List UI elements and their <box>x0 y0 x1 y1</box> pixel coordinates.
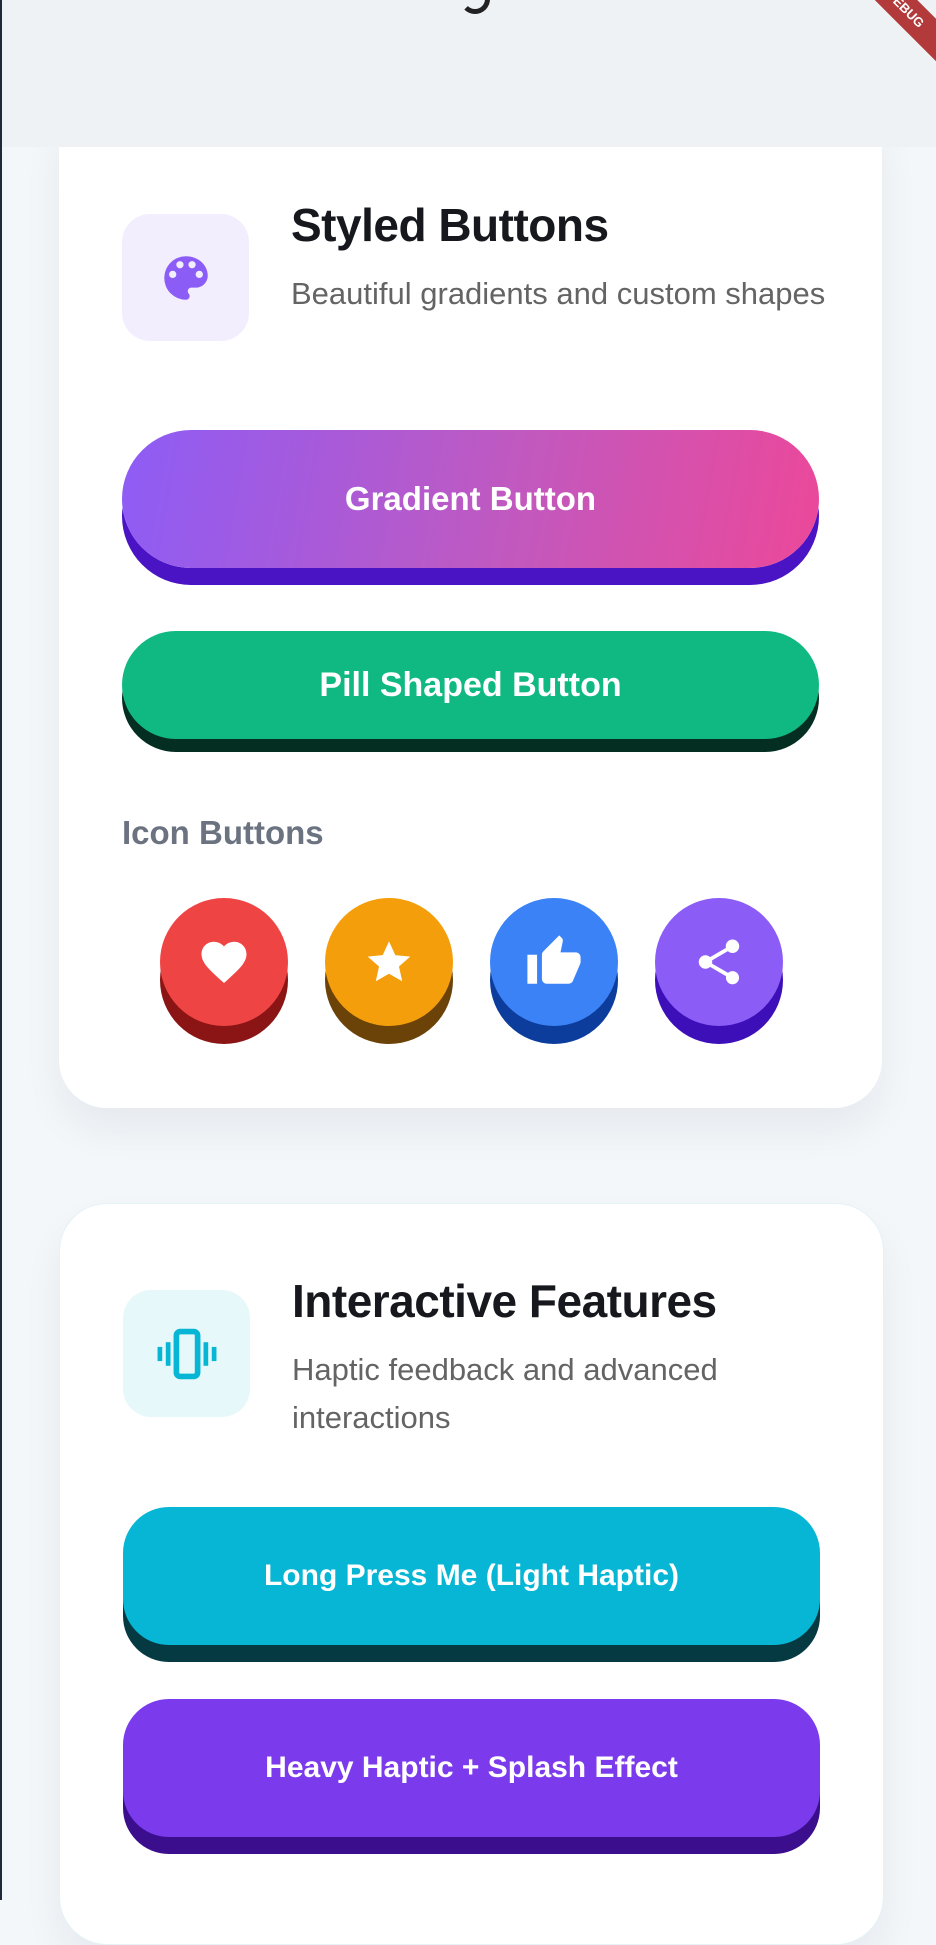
thumbs-up-button[interactable] <box>490 898 618 1026</box>
palette-icon <box>157 249 215 307</box>
styled-buttons-card: Styled Buttons Beautiful gradients and c… <box>59 118 882 1108</box>
interactive-features-title: Interactive Features <box>292 1275 717 1327</box>
gradient-button[interactable]: Gradient Button <box>122 430 819 568</box>
star-icon <box>363 936 415 988</box>
app-bar-title-fragment <box>460 0 490 14</box>
interactive-features-subtitle: Haptic feedback and advanced interaction… <box>292 1352 718 1435</box>
heart-button[interactable] <box>160 898 288 1026</box>
styled-buttons-subtitle: Beautiful gradients and custom shapes <box>291 276 826 311</box>
pill-shaped-button[interactable]: Pill Shaped Button <box>122 631 819 739</box>
styled-buttons-icon-tile <box>122 214 249 341</box>
pill-shaped-button-label: Pill Shaped Button <box>319 665 622 704</box>
heart-icon <box>197 935 251 989</box>
vibration-icon <box>154 1325 220 1383</box>
share-button[interactable] <box>655 898 783 1026</box>
window-edge <box>0 0 2 1900</box>
interactive-features-card: Interactive Features Haptic feedback and… <box>59 1203 884 1945</box>
heavy-haptic-button-label: Heavy Haptic + Splash Effect <box>265 1751 678 1784</box>
heavy-haptic-button[interactable]: Heavy Haptic + Splash Effect <box>123 1699 820 1837</box>
long-press-button-label: Long Press Me (Light Haptic) <box>263 1559 680 1592</box>
styled-buttons-title: Styled Buttons <box>291 199 609 251</box>
share-icon <box>692 935 746 989</box>
star-button[interactable] <box>325 898 453 1026</box>
gradient-button-label: Gradient Button <box>344 480 597 517</box>
thumbs-up-icon <box>525 933 583 991</box>
app-bar <box>0 0 936 147</box>
long-press-button[interactable]: Long Press Me (Light Haptic) <box>123 1507 820 1645</box>
icon-buttons-label: Icon Buttons <box>122 814 324 851</box>
interactive-features-icon-tile <box>123 1290 250 1417</box>
